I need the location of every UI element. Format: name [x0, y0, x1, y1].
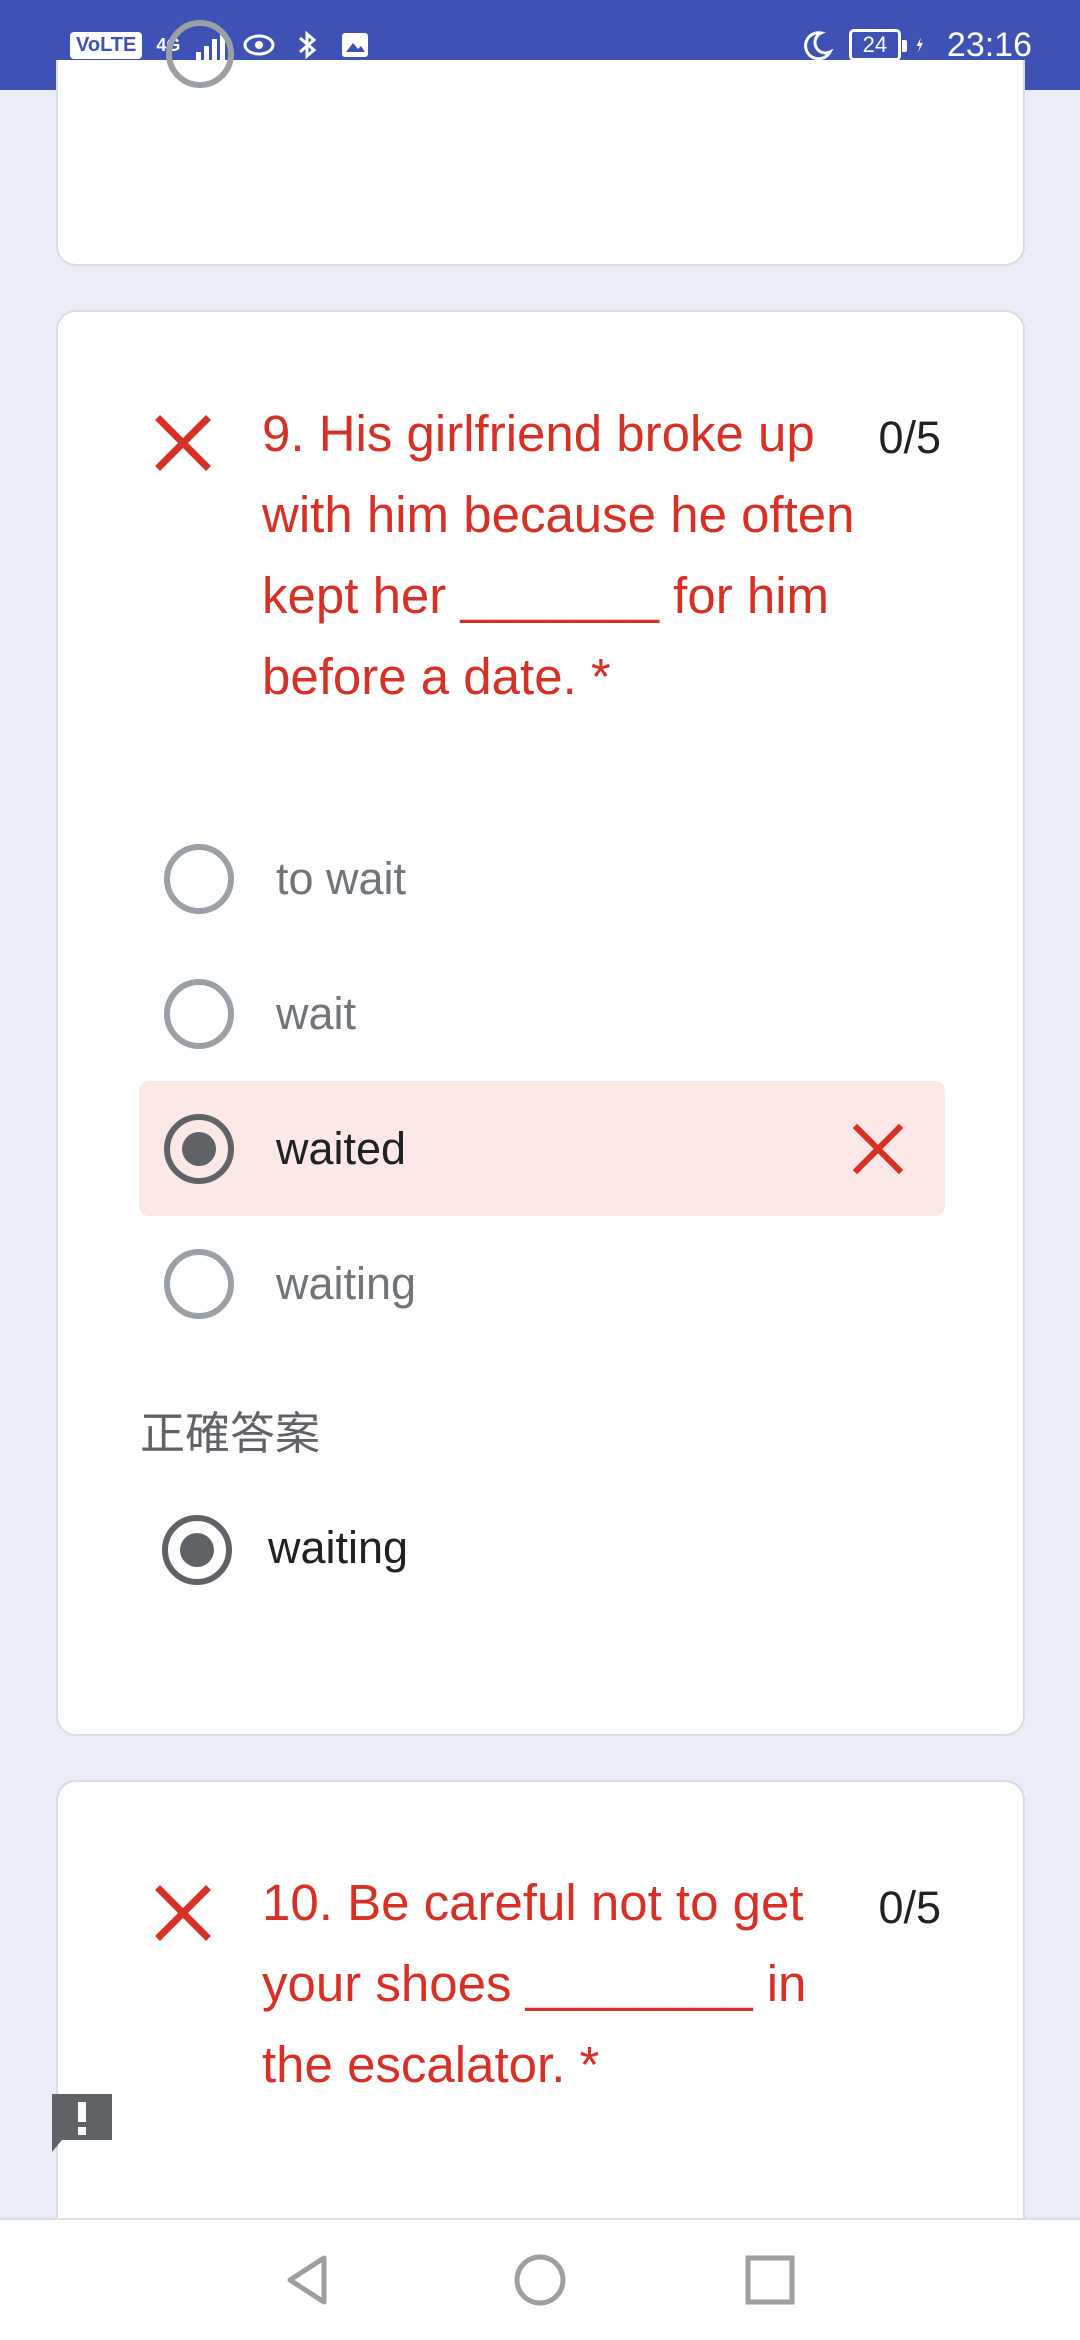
system-navigation-bar: [0, 2218, 1080, 2340]
home-circle-icon[interactable]: [512, 2252, 568, 2308]
status-right-icons: 24 23:16: [801, 26, 1032, 65]
charging-icon: [916, 37, 923, 53]
option-waiting[interactable]: waiting: [139, 1216, 945, 1351]
battery-icon: 24: [848, 29, 907, 61]
bluetooth-icon: [299, 30, 317, 60]
question-9-card: 9. His girlfriend broke up with him beca…: [56, 310, 1025, 1736]
radio-checked[interactable]: [164, 1113, 234, 1184]
correct-answer-option: waiting: [162, 1510, 862, 1590]
radio-unchecked[interactable]: [164, 978, 234, 1049]
moon-icon: [804, 31, 834, 61]
question-10-score: 0/5: [878, 1882, 941, 1933]
option-label: to wait: [276, 852, 407, 904]
incorrect-x-icon: [155, 415, 211, 471]
wrong-answer-x-icon: [852, 1123, 904, 1174]
volte-badge: VoLTE: [70, 31, 143, 59]
option-waited-selected-wrong[interactable]: waited: [139, 1081, 945, 1216]
battery-level: 24: [862, 32, 888, 57]
question-9-score: 0/5: [878, 412, 941, 463]
image-notification-icon: [342, 33, 369, 57]
incorrect-x-icon: [155, 1885, 211, 1941]
option-wait[interactable]: wait: [139, 946, 945, 1081]
eye-comfort-icon: [243, 34, 275, 56]
correct-answer-heading: 正確答案: [140, 1407, 321, 1460]
question-9-text: 9. His girlfriend broke up with him beca…: [262, 405, 855, 705]
radio-checked: [162, 1515, 232, 1585]
question-10-text: 10. Be careful not to get your shoes ___…: [262, 1874, 807, 2093]
correct-answer-label: waiting: [268, 1522, 409, 1573]
radio-unchecked[interactable]: [164, 843, 234, 914]
partial-radio-option[interactable]: [166, 20, 234, 88]
recents-square-icon[interactable]: [742, 2252, 798, 2308]
back-triangle-icon[interactable]: [280, 2252, 336, 2308]
radio-unchecked[interactable]: [164, 1248, 234, 1319]
option-label: waited: [276, 1122, 407, 1174]
previous-question-card: [56, 20, 1025, 266]
option-label: waiting: [276, 1257, 417, 1309]
feedback-icon[interactable]: [48, 2090, 116, 2154]
option-label: wait: [276, 987, 357, 1039]
option-to-wait[interactable]: to wait: [139, 811, 945, 946]
clock: 23:16: [946, 25, 1032, 64]
